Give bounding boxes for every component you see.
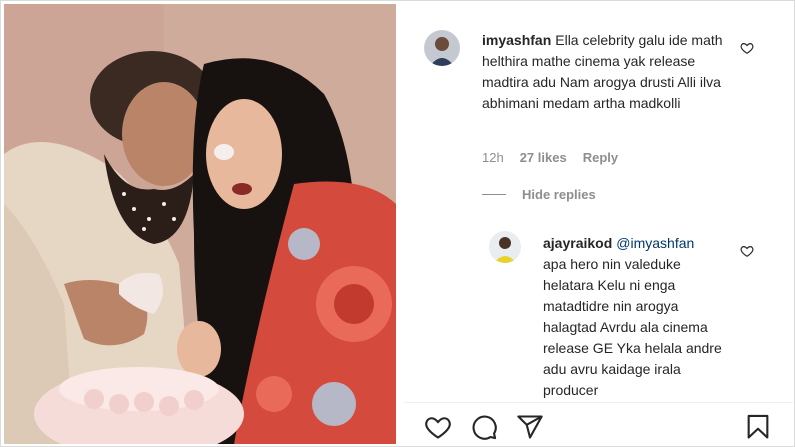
post-photo [4, 4, 396, 444]
hide-replies-button[interactable]: Hide replies [482, 187, 596, 202]
reply-username[interactable]: ajayraikod [543, 235, 612, 251]
reply-text: apa hero nin valeduke helatara Kelu ni e… [543, 256, 722, 398]
heart-icon[interactable] [740, 41, 754, 55]
comment-reply: ajayraikod @imyashfan apa hero nin valedu… [404, 224, 793, 402]
avatar-imyashfan-icon [424, 30, 460, 66]
comment-time[interactable]: 12h [482, 150, 504, 165]
photo-couple-cake [4, 4, 396, 444]
comments-panel: imyashfan Ella celebrity galu ide math he… [404, 4, 793, 402]
reply-mention[interactable]: @imyashfan [616, 235, 694, 251]
action-bar [404, 402, 793, 445]
comment-main: imyashfan Ella celebrity galu ide math he… [404, 4, 793, 204]
avatar[interactable] [424, 30, 460, 66]
comment-icon[interactable] [470, 413, 498, 441]
reply-button[interactable]: Reply [583, 150, 618, 165]
comment-likes[interactable]: 27 likes [520, 150, 567, 165]
post-frame: imyashfan Ella celebrity galu ide math he… [0, 0, 795, 447]
comment-body: imyashfan Ella celebrity galu ide math he… [482, 30, 727, 114]
bookmark-icon[interactable] [744, 413, 772, 441]
hide-replies-label: Hide replies [522, 187, 596, 202]
avatar-ajayraikod-icon [489, 231, 521, 263]
comment-username[interactable]: imyashfan [482, 32, 551, 48]
comment-meta: 12h 27 likes Reply [482, 150, 618, 165]
share-icon[interactable] [516, 413, 544, 441]
heart-icon[interactable] [740, 244, 754, 258]
heart-icon[interactable] [424, 413, 452, 441]
reply-body: ajayraikod @imyashfan apa hero nin valedu… [543, 233, 733, 401]
hide-replies-line [482, 194, 506, 195]
avatar[interactable] [489, 231, 521, 263]
